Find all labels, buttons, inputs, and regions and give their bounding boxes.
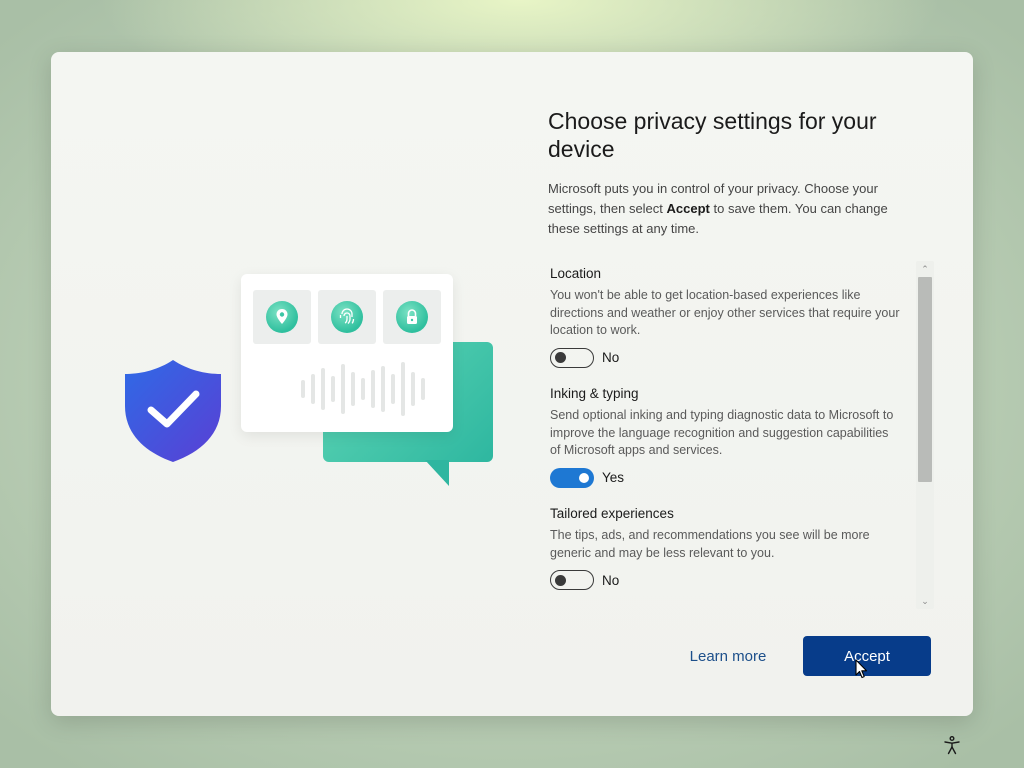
privacy-intro: Microsoft puts you in control of your pr… xyxy=(548,179,918,239)
toggle-row: Yes xyxy=(550,467,900,488)
tile-location xyxy=(253,290,311,344)
scroll-thumb[interactable] xyxy=(918,277,932,482)
tile-lock xyxy=(383,290,441,344)
fingerprint-icon xyxy=(331,301,363,333)
accessibility-icon[interactable] xyxy=(940,733,964,757)
toggle-row: No xyxy=(550,570,900,590)
voice-wave-graphic xyxy=(301,362,425,416)
toggle-row: No xyxy=(550,347,900,368)
intro-text-bold: Accept xyxy=(666,201,710,216)
setting-title: Location xyxy=(550,266,602,281)
setting-inking-typing: Inking & typing Send optional inking and… xyxy=(550,385,900,488)
toggle-knob xyxy=(555,574,566,586)
page-title: Choose privacy settings for your device xyxy=(548,108,877,162)
setting-title: Tailored experiences xyxy=(550,506,674,521)
toggle-state-label: Yes xyxy=(602,470,625,485)
settings-scrollbar[interactable]: ⌃ ⌄ xyxy=(916,261,934,609)
location-toggle[interactable] xyxy=(550,347,594,368)
tailored-experiences-toggle[interactable] xyxy=(550,570,594,590)
setting-location: Location You won't be able to get locati… xyxy=(550,265,900,368)
toggle-state-label: No xyxy=(602,572,620,588)
settings-list: Location You won't be able to get locati… xyxy=(548,263,910,608)
oobe-window: Choose privacy settings for your device … xyxy=(51,52,973,716)
privacy-card xyxy=(241,274,453,432)
lock-icon xyxy=(396,301,428,333)
location-pin-icon xyxy=(266,301,298,333)
privacy-illustration xyxy=(123,272,493,492)
setting-description: Send optional inking and typing diagnost… xyxy=(550,408,894,457)
scroll-down-arrow-icon[interactable]: ⌄ xyxy=(916,594,934,608)
chat-bubble-tail xyxy=(425,460,449,486)
mouse-cursor-icon xyxy=(855,659,868,679)
toggle-knob xyxy=(555,352,566,363)
tile-fingerprint xyxy=(318,290,376,344)
toggle-state-label: No xyxy=(602,350,620,365)
inking-typing-toggle[interactable] xyxy=(550,467,594,488)
learn-more-button[interactable]: Learn more xyxy=(671,636,785,676)
toggle-knob xyxy=(579,472,589,483)
scroll-up-arrow-icon[interactable]: ⌃ xyxy=(916,262,934,276)
setting-title: Inking & typing xyxy=(550,386,639,401)
setting-tailored-experiences: Tailored experiences The tips, ads, and … xyxy=(550,505,900,590)
setting-description: The tips, ads, and recommendations you s… xyxy=(550,528,870,560)
shield-check-icon xyxy=(125,360,221,462)
setting-description: You won't be able to get location-based … xyxy=(550,288,900,337)
